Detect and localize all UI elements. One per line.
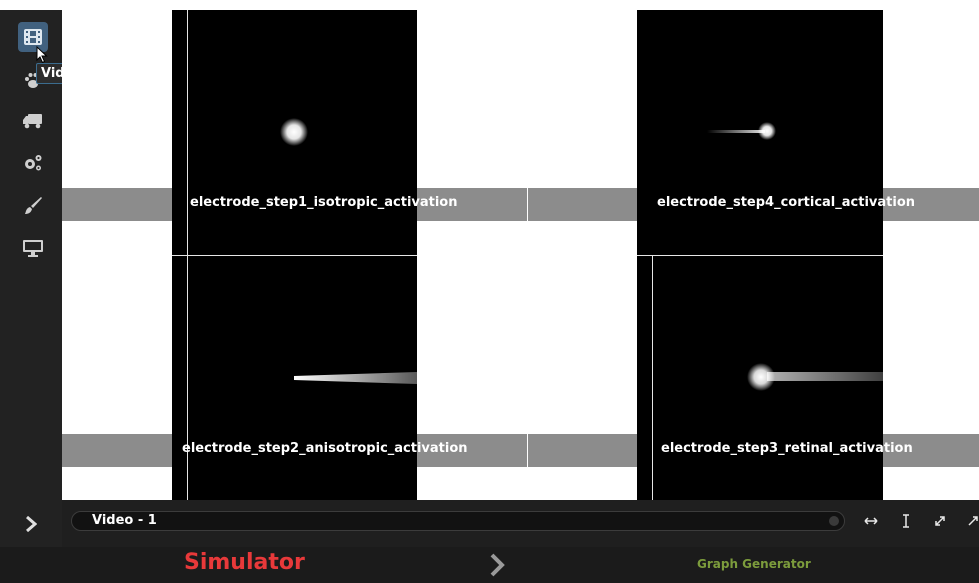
truck-icon[interactable] [18,106,48,136]
top-strip [0,0,979,10]
panel-divider [172,255,417,256]
panel-divider [652,255,653,500]
sidebar [0,10,62,547]
video-panel[interactable] [172,10,417,255]
video-panel[interactable] [172,255,417,500]
track-handle[interactable] [829,516,839,526]
paintbrush-icon[interactable] [18,191,48,221]
video-canvas: electrode_step1_isotropic_activation ele… [62,10,979,500]
gears-icon[interactable] [18,148,48,178]
graph-generator-button[interactable]: Graph Generator [697,557,811,571]
expand-icon[interactable] [930,511,950,531]
fit-height-icon[interactable] [896,511,916,531]
timeline-bar: Video - 1 [0,500,979,547]
panel-label: electrode_step2_anisotropic_activation [182,441,468,456]
workflow-nav: Simulator Graph Generator [0,547,979,583]
chevron-right-icon [488,553,506,581]
track-label: Video - 1 [92,513,157,528]
simulator-button[interactable]: Simulator [184,550,305,575]
panel-label: electrode_step3_retinal_activation [661,441,913,456]
panel-label: electrode_step1_isotropic_activation [190,195,458,210]
video-track[interactable] [71,511,845,531]
monitor-icon[interactable] [18,233,48,263]
panel-label: electrode_step4_cortical_activation [657,195,916,210]
video-panel[interactable] [637,10,883,255]
panel-divider [637,255,883,256]
fit-width-icon[interactable] [861,511,881,531]
chevron-right-icon[interactable] [0,500,62,547]
video-panel[interactable] [637,255,883,500]
collapse-icon[interactable] [963,511,979,531]
